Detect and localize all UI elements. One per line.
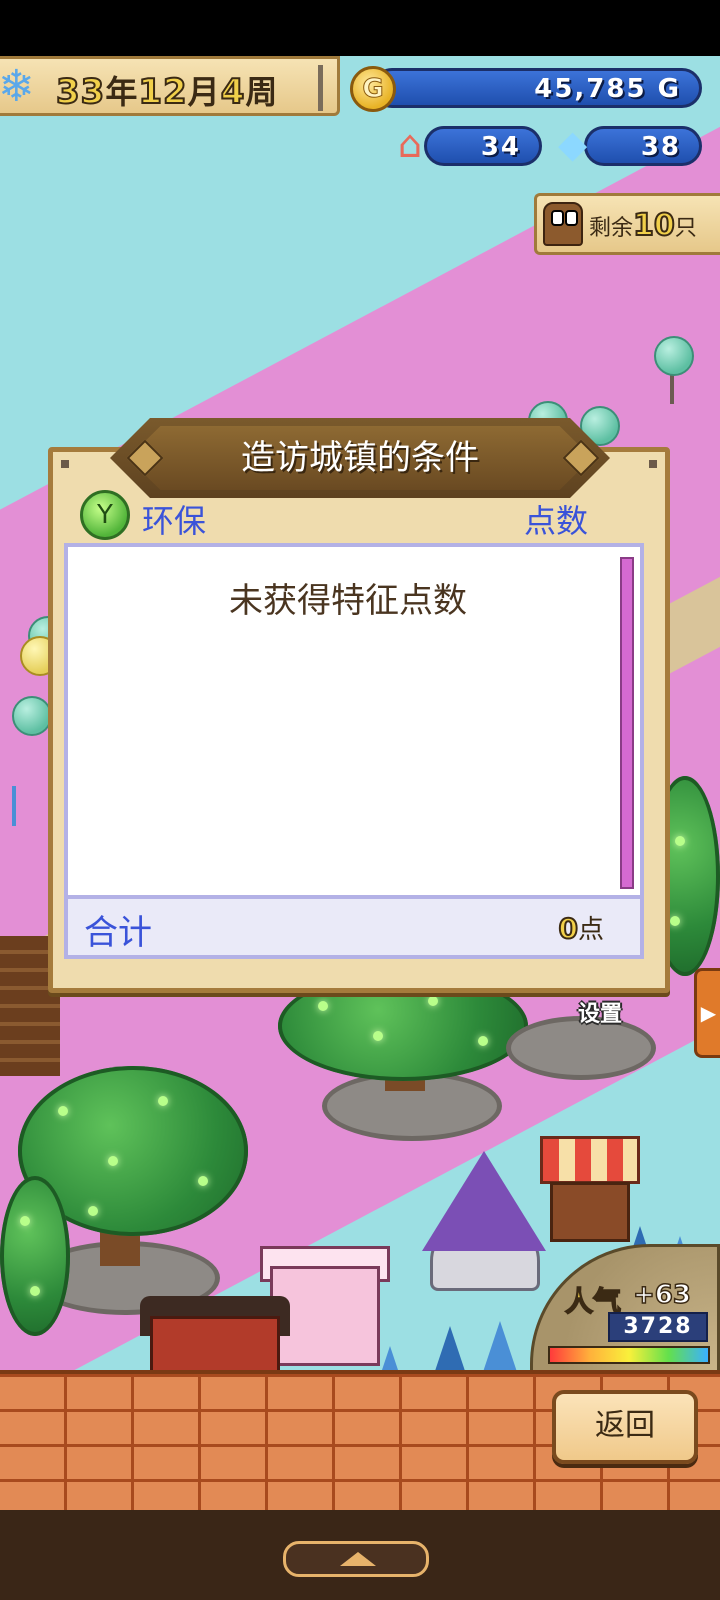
- house-count-bar[interactable]: 34: [424, 126, 542, 166]
- glowing-tree[interactable]: [0, 1176, 70, 1336]
- list-scrollbar[interactable]: [620, 557, 634, 889]
- crystal-icon: ◆: [558, 122, 588, 166]
- side-menu-tab[interactable]: ▶: [694, 968, 720, 1058]
- popularity-score: 3728: [608, 1312, 708, 1342]
- date-panel: ❄ 33年12月4周: [0, 56, 340, 116]
- category-label: 环保: [142, 502, 207, 540]
- points-header: 点数: [523, 502, 588, 540]
- game-date: 33年12月4周: [55, 71, 279, 113]
- dialog-title: 造访城镇的条件: [241, 438, 479, 478]
- remaining-visitors-panel[interactable]: 剩余10只: [534, 193, 720, 255]
- market-stall-roof: [540, 1136, 640, 1184]
- creature-icon: [543, 202, 583, 246]
- settings-label[interactable]: 设置: [578, 996, 622, 1028]
- remaining-count: 剩余10只: [589, 207, 697, 244]
- total-value: 0点: [557, 911, 604, 946]
- feature-points-list[interactable]: 未获得特征点数: [64, 543, 644, 899]
- popularity-meter: [548, 1346, 710, 1364]
- witch-house-roof: [422, 1151, 546, 1251]
- speed-indicator: [318, 65, 323, 111]
- category-header: Y 环保 点数: [80, 490, 650, 542]
- fence-post: [12, 786, 16, 826]
- round-tree[interactable]: [12, 696, 52, 736]
- house-icon: ⌂: [398, 122, 423, 166]
- total-row: 合计 0点: [64, 899, 644, 959]
- empty-message: 未获得特征点数: [229, 581, 467, 621]
- chevron-up-icon: [340, 1552, 376, 1566]
- scrollbar-thumb[interactable]: [622, 559, 632, 887]
- crystal-count-bar[interactable]: 38: [584, 126, 702, 166]
- back-button[interactable]: 返回: [552, 1390, 698, 1464]
- round-tree[interactable]: [654, 336, 694, 376]
- snowflake-icon: ❄: [0, 61, 35, 112]
- popularity-delta: +63: [632, 1279, 691, 1311]
- gold-bar[interactable]: 45,785 G: [372, 68, 702, 108]
- gold-coin-icon: G: [350, 66, 396, 112]
- total-label: 合计: [84, 913, 152, 953]
- status-bar: [0, 0, 720, 56]
- leaf-icon: Y: [80, 490, 130, 540]
